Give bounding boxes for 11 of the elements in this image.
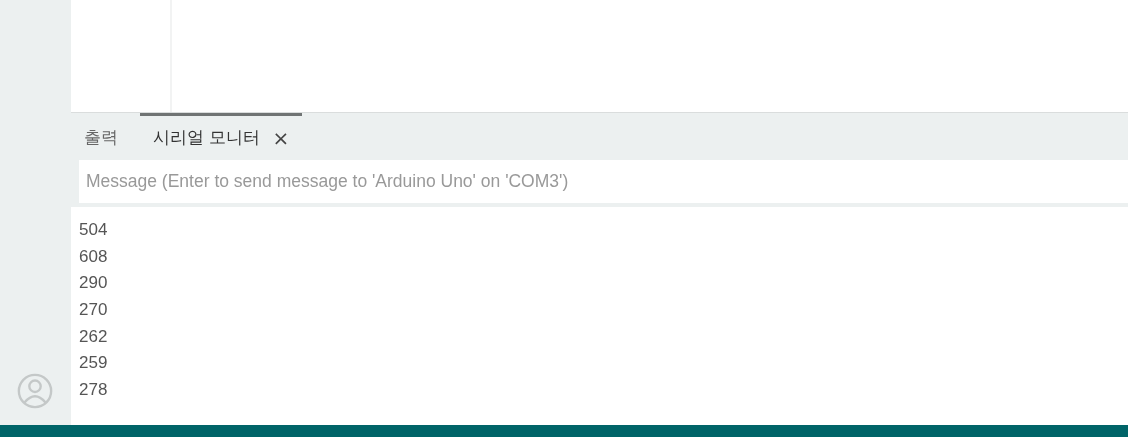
output-line: 270 [79, 299, 109, 322]
output-line: 262 [79, 325, 109, 348]
output-line: 608 [79, 245, 109, 268]
output-line: 278 [79, 379, 109, 402]
output-line: 504 [79, 219, 109, 241]
panel-tab[interactable]: 출력 [71, 113, 140, 159]
message-field[interactable]: Message (Enter to send message to 'Arduino Uno' on 'COM3') [79, 160, 1128, 203]
output-line: 290 [79, 272, 109, 295]
close-icon[interactable]: × [272, 125, 290, 150]
account-icon[interactable] [16, 372, 54, 410]
output-line: 259 [79, 352, 109, 375]
